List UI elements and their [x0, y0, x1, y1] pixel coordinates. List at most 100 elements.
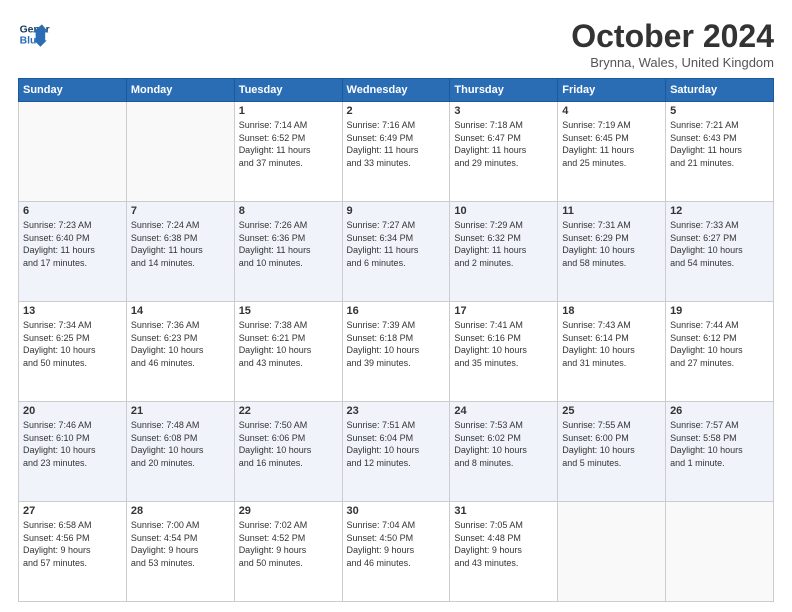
day-header-saturday: Saturday	[666, 79, 774, 102]
calendar-cell: 17 Sunrise: 7:41 AM Sunset: 6:16 PM Dayli…	[450, 302, 558, 402]
calendar-cell: 5 Sunrise: 7:21 AM Sunset: 6:43 PM Daylig…	[666, 102, 774, 202]
header: General Blue General Blue October 2024 B…	[18, 18, 774, 70]
day-info: Sunrise: 7:38 AM Sunset: 6:21 PM Dayligh…	[239, 319, 338, 369]
day-info: Sunrise: 7:39 AM Sunset: 6:18 PM Dayligh…	[347, 319, 446, 369]
day-number: 4	[562, 105, 661, 117]
logo: General Blue General Blue	[18, 18, 50, 50]
day-header-sunday: Sunday	[19, 79, 127, 102]
day-info: Sunrise: 7:29 AM Sunset: 6:32 PM Dayligh…	[454, 219, 553, 269]
calendar-cell: 30Sunrise: 7:04 AM Sunset: 4:50 PM Dayli…	[342, 502, 450, 602]
day-info: Sunrise: 7:21 AM Sunset: 6:43 PM Dayligh…	[670, 119, 769, 169]
day-number: 17	[454, 305, 553, 317]
day-number: 5	[670, 105, 769, 117]
day-number: 3	[454, 105, 553, 117]
calendar-cell: 2 Sunrise: 7:16 AM Sunset: 6:49 PM Daylig…	[342, 102, 450, 202]
day-info: Sunrise: 7:16 AM Sunset: 6:49 PM Dayligh…	[347, 119, 446, 169]
day-number: 6	[23, 205, 122, 217]
day-header-tuesday: Tuesday	[234, 79, 342, 102]
day-info: Sunrise: 7:46 AM Sunset: 6:10 PM Dayligh…	[23, 419, 122, 469]
day-number: 2	[347, 105, 446, 117]
calendar-body: 1 Sunrise: 7:14 AM Sunset: 6:52 PM Daylig…	[19, 102, 774, 602]
day-number: 28	[131, 505, 230, 517]
day-info: Sunrise: 7:31 AM Sunset: 6:29 PM Dayligh…	[562, 219, 661, 269]
day-info: Sunrise: 7:43 AM Sunset: 6:14 PM Dayligh…	[562, 319, 661, 369]
calendar-cell: 10Sunrise: 7:29 AM Sunset: 6:32 PM Dayli…	[450, 202, 558, 302]
day-number: 23	[347, 405, 446, 417]
day-info: Sunrise: 7:23 AM Sunset: 6:40 PM Dayligh…	[23, 219, 122, 269]
day-info: Sunrise: 7:05 AM Sunset: 4:48 PM Dayligh…	[454, 519, 553, 569]
calendar-cell: 11 Sunrise: 7:31 AM Sunset: 6:29 PM Dayli…	[558, 202, 666, 302]
day-info: Sunrise: 7:00 AM Sunset: 4:54 PM Dayligh…	[131, 519, 230, 569]
day-number: 14	[131, 305, 230, 317]
calendar-cell: 15 Sunrise: 7:38 AM Sunset: 6:21 PM Dayli…	[234, 302, 342, 402]
day-number: 21	[131, 405, 230, 417]
calendar-cell: 12 Sunrise: 7:33 AM Sunset: 6:27 PM Dayli…	[666, 202, 774, 302]
day-info: Sunrise: 7:55 AM Sunset: 6:00 PM Dayligh…	[562, 419, 661, 469]
calendar-cell: 19 Sunrise: 7:44 AM Sunset: 6:12 PM Dayli…	[666, 302, 774, 402]
day-number: 13	[23, 305, 122, 317]
calendar-cell: 4 Sunrise: 7:19 AM Sunset: 6:45 PM Daylig…	[558, 102, 666, 202]
day-info: Sunrise: 7:04 AM Sunset: 4:50 PM Dayligh…	[347, 519, 446, 569]
calendar-cell: 31 Sunrise: 7:05 AM Sunset: 4:48 PM Dayli…	[450, 502, 558, 602]
day-info: Sunrise: 7:50 AM Sunset: 6:06 PM Dayligh…	[239, 419, 338, 469]
day-info: Sunrise: 7:02 AM Sunset: 4:52 PM Dayligh…	[239, 519, 338, 569]
day-info: Sunrise: 7:27 AM Sunset: 6:34 PM Dayligh…	[347, 219, 446, 269]
calendar-cell	[19, 102, 127, 202]
day-number: 26	[670, 405, 769, 417]
calendar-cell: 24 Sunrise: 7:53 AM Sunset: 6:02 PM Dayli…	[450, 402, 558, 502]
day-number: 1	[239, 105, 338, 117]
calendar-week-2: 6 Sunrise: 7:23 AM Sunset: 6:40 PM Daylig…	[19, 202, 774, 302]
day-info: Sunrise: 7:44 AM Sunset: 6:12 PM Dayligh…	[670, 319, 769, 369]
page: General Blue General Blue October 2024 B…	[0, 0, 792, 612]
calendar-cell: 25 Sunrise: 7:55 AM Sunset: 6:00 PM Dayli…	[558, 402, 666, 502]
day-info: Sunrise: 7:53 AM Sunset: 6:02 PM Dayligh…	[454, 419, 553, 469]
calendar-cell	[558, 502, 666, 602]
day-number: 9	[347, 205, 446, 217]
day-header-friday: Friday	[558, 79, 666, 102]
day-info: Sunrise: 6:58 AM Sunset: 4:56 PM Dayligh…	[23, 519, 122, 569]
day-number: 20	[23, 405, 122, 417]
day-info: Sunrise: 7:24 AM Sunset: 6:38 PM Dayligh…	[131, 219, 230, 269]
calendar-cell: 18 Sunrise: 7:43 AM Sunset: 6:14 PM Dayli…	[558, 302, 666, 402]
day-number: 27	[23, 505, 122, 517]
day-info: Sunrise: 7:48 AM Sunset: 6:08 PM Dayligh…	[131, 419, 230, 469]
calendar-cell: 14Sunrise: 7:36 AM Sunset: 6:23 PM Dayli…	[126, 302, 234, 402]
day-info: Sunrise: 7:19 AM Sunset: 6:45 PM Dayligh…	[562, 119, 661, 169]
calendar-cell: 21 Sunrise: 7:48 AM Sunset: 6:08 PM Dayli…	[126, 402, 234, 502]
calendar-cell: 23Sunrise: 7:51 AM Sunset: 6:04 PM Dayli…	[342, 402, 450, 502]
day-number: 25	[562, 405, 661, 417]
day-number: 15	[239, 305, 338, 317]
logo-icon: General Blue	[18, 18, 50, 50]
day-info: Sunrise: 7:57 AM Sunset: 5:58 PM Dayligh…	[670, 419, 769, 469]
day-header-thursday: Thursday	[450, 79, 558, 102]
day-number: 18	[562, 305, 661, 317]
day-number: 19	[670, 305, 769, 317]
calendar-cell	[126, 102, 234, 202]
day-number: 11	[562, 205, 661, 217]
day-number: 24	[454, 405, 553, 417]
calendar-week-1: 1 Sunrise: 7:14 AM Sunset: 6:52 PM Daylig…	[19, 102, 774, 202]
calendar-table: SundayMondayTuesdayWednesdayThursdayFrid…	[18, 78, 774, 602]
calendar-cell: 28 Sunrise: 7:00 AM Sunset: 4:54 PM Dayli…	[126, 502, 234, 602]
calendar-cell: 3 Sunrise: 7:18 AM Sunset: 6:47 PM Daylig…	[450, 102, 558, 202]
day-number: 22	[239, 405, 338, 417]
calendar-cell: 20 Sunrise: 7:46 AM Sunset: 6:10 PM Dayli…	[19, 402, 127, 502]
month-title: October 2024	[571, 18, 774, 55]
calendar-cell	[666, 502, 774, 602]
calendar-week-4: 20 Sunrise: 7:46 AM Sunset: 6:10 PM Dayli…	[19, 402, 774, 502]
location: Brynna, Wales, United Kingdom	[571, 55, 774, 70]
day-info: Sunrise: 7:33 AM Sunset: 6:27 PM Dayligh…	[670, 219, 769, 269]
calendar-week-5: 27 Sunrise: 6:58 AM Sunset: 4:56 PM Dayli…	[19, 502, 774, 602]
calendar-cell: 9 Sunrise: 7:27 AM Sunset: 6:34 PM Daylig…	[342, 202, 450, 302]
day-info: Sunrise: 7:14 AM Sunset: 6:52 PM Dayligh…	[239, 119, 338, 169]
day-info: Sunrise: 7:34 AM Sunset: 6:25 PM Dayligh…	[23, 319, 122, 369]
day-info: Sunrise: 7:18 AM Sunset: 6:47 PM Dayligh…	[454, 119, 553, 169]
day-number: 7	[131, 205, 230, 217]
calendar-cell: 22 Sunrise: 7:50 AM Sunset: 6:06 PM Dayli…	[234, 402, 342, 502]
calendar-cell: 6 Sunrise: 7:23 AM Sunset: 6:40 PM Daylig…	[19, 202, 127, 302]
day-info: Sunrise: 7:41 AM Sunset: 6:16 PM Dayligh…	[454, 319, 553, 369]
calendar-header-row: SundayMondayTuesdayWednesdayThursdayFrid…	[19, 79, 774, 102]
calendar-week-3: 13 Sunrise: 7:34 AM Sunset: 6:25 PM Dayli…	[19, 302, 774, 402]
day-number: 12	[670, 205, 769, 217]
day-number: 31	[454, 505, 553, 517]
